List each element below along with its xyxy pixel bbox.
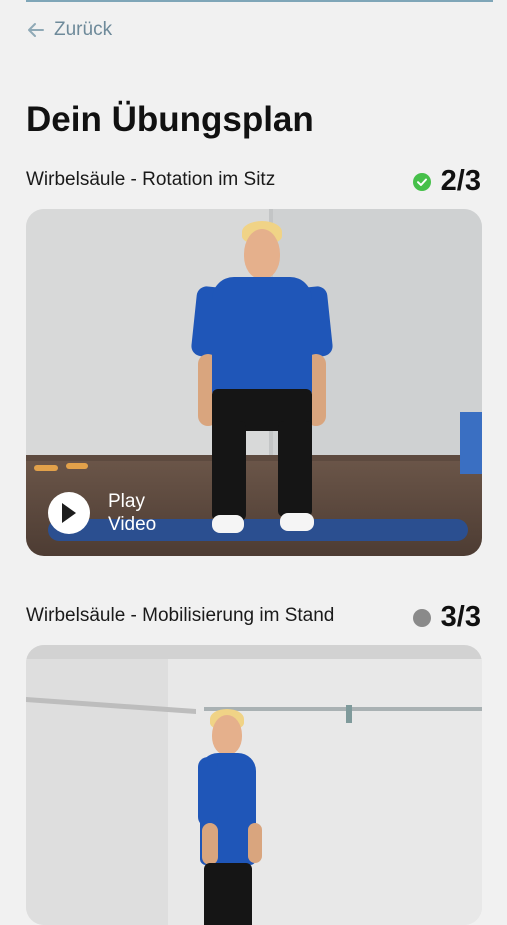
exercise-video-thumbnail[interactable]: Play Video: [26, 209, 482, 556]
play-icon: [48, 492, 90, 534]
back-label: Zurück: [54, 19, 113, 40]
scene-wall: [26, 645, 168, 925]
page-title: Dein Übungsplan: [26, 100, 314, 139]
play-video-button[interactable]: Play Video: [48, 490, 156, 536]
scene-dumbbell: [34, 465, 58, 471]
exercise-count: 2/3: [440, 165, 481, 197]
top-divider: [26, 0, 493, 2]
exercise-status: 3/3: [412, 601, 481, 634]
back-button[interactable]: Zurück: [26, 18, 112, 42]
pending-circle-icon: [412, 608, 431, 627]
video-label: Video: [108, 514, 157, 535]
arrow-left-icon: [28, 23, 44, 37]
exercise-count: 3/3: [440, 601, 481, 633]
scene-rail: [204, 707, 482, 711]
check-circle-icon: [412, 172, 431, 191]
play-label: Play: [108, 491, 145, 512]
scene-rail-bracket: [346, 705, 352, 723]
scene-ceiling: [26, 645, 482, 659]
scene-equipment: [460, 412, 482, 474]
exercise-status: 2/3: [412, 165, 481, 198]
exercise-title: Wirbelsäule - Rotation im Sitz: [26, 169, 276, 190]
exercise-video-thumbnail[interactable]: [26, 645, 482, 925]
exercise-title: Wirbelsäule - Mobilisierung im Stand: [26, 605, 335, 626]
scene-dumbbell: [66, 463, 88, 469]
